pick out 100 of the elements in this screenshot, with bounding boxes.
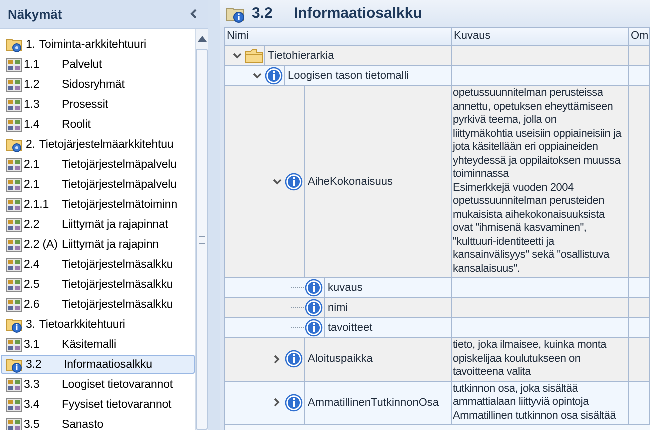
sidebar-item[interactable]: 2.6 Tietojärjestelmäsalkku xyxy=(1,295,195,314)
item-number: 2.1.1 xyxy=(24,198,50,210)
item-label: Fyysiset tietovarannot xyxy=(62,398,172,410)
table-icon xyxy=(6,96,22,112)
view-title: Informaatiosalkku xyxy=(294,5,422,22)
node-name[interactable]: Aloituspaikka xyxy=(304,338,373,380)
table-icon xyxy=(6,376,22,392)
item-label: Käsitemalli xyxy=(62,338,117,350)
sidebar-item[interactable]: 2.5 Tietojärjestelmäsalkku xyxy=(1,275,195,294)
sidebar-item[interactable]: 1.4 Roolit xyxy=(1,115,195,134)
item-label: Informaatiosalkku xyxy=(64,358,152,370)
sidebar-item[interactable]: 3.1 Käsitemalli xyxy=(1,335,195,354)
sidebar-item[interactable]: 2.1 Tietojärjestelmäpalvelu xyxy=(1,155,195,174)
node-name[interactable]: AiheKokonaisuus xyxy=(304,86,394,277)
sidebar-item[interactable]: 2.1.1 Tietojärjestelmätoiminn xyxy=(1,195,195,214)
info-icon xyxy=(285,350,303,368)
sidebar-item[interactable]: 2. Tietojärjestelmäarkkitehtuu xyxy=(1,135,195,154)
item-number: 2.6 xyxy=(24,298,41,310)
item-number: 1.3 xyxy=(24,98,41,110)
item-number: 3.3 xyxy=(24,378,41,390)
column-header[interactable]: Om xyxy=(629,28,650,45)
node-name[interactable]: kuvaus xyxy=(324,278,363,297)
table-icon xyxy=(6,236,22,252)
sidebar-item[interactable]: 2.1 Tietojärjestelmäpalvelu xyxy=(1,175,195,194)
item-label: Tietojärjestelmäpalvelu xyxy=(62,158,177,170)
sidebar-item[interactable]: 2.2 (A) Liittymät ja rajapinn xyxy=(1,235,195,254)
item-number: 2.1 xyxy=(24,158,41,170)
item-label: Tietojärjestelmäsalkku xyxy=(62,298,174,310)
table-icon xyxy=(6,276,22,292)
sidebar-item[interactable]: 3.5 Sanasto xyxy=(1,415,195,430)
item-number: 1.4 xyxy=(24,118,41,130)
table-icon xyxy=(6,76,22,92)
sidebar-item[interactable]: 2.4 Tietojärjestelmäsalkku xyxy=(1,255,195,274)
item-number: 2.1 xyxy=(24,178,41,190)
item-number: 2. xyxy=(26,138,36,150)
node-name[interactable]: tavoitteet xyxy=(324,318,373,337)
folder-info-icon xyxy=(6,316,24,332)
item-label: Tietojärjestelmätoiminn xyxy=(62,198,178,210)
item-label: Tietoarkkitehtuuri xyxy=(39,318,126,330)
sidebar-item[interactable]: 1.2 Sidosryhmät xyxy=(1,75,195,94)
connector-line xyxy=(290,287,304,288)
item-label: Liittymät ja rajapinnat xyxy=(62,218,168,230)
sidebar-item[interactable]: 3.4 Fyysiset tietovarannot xyxy=(1,395,195,414)
description-text: tutkinnon osa, joka sisältää ammattialaan liittyviä opintoja Ammatillinen tutkinnon osa sisältää xyxy=(453,382,618,423)
item-number: 2.4 xyxy=(24,258,41,270)
folder-info-icon xyxy=(6,356,24,372)
connector-line xyxy=(290,327,304,328)
description-text: opetussuunnitelman perusteissa annettu, opetuksen eheyttämiseen pyrkivä teema, jolla on liittymäkohtia useisiin oppiaineisiin ja jota käsitellään eri oppiaineiden yhteydessä ja oppilaitoksen muussa toiminnassa Esimerkkejä vuoden 2004 opetussuunnitelman perusteiden mukaisista aihekokonaisuuksista ovat "ihmisenä kasvaminen", "kulttuuri-identiteetti ja kansainvälisyys" sekä "osallistuva kansalaisuus". xyxy=(453,87,623,276)
item-number: 3.4 xyxy=(24,398,41,410)
item-label: Palvelut xyxy=(62,58,102,70)
table-icon xyxy=(6,196,22,212)
table-icon xyxy=(6,156,22,172)
collapse-icon[interactable] xyxy=(190,9,198,19)
sidebar-item[interactable]: 3.2 Informaatiosalkku xyxy=(1,355,195,374)
table-icon xyxy=(6,396,22,412)
item-label: Prosessit xyxy=(62,98,108,110)
node-name[interactable]: Loogisen tason tietomalli xyxy=(284,66,410,85)
folder-icon xyxy=(245,48,263,64)
panel-title: Näkymät xyxy=(8,6,62,22)
item-number: 2.2 xyxy=(24,218,41,230)
column-header[interactable]: Nimi xyxy=(225,28,452,45)
item-label: Tietojärjestelmäsalkku xyxy=(62,278,174,290)
item-number: 3.5 xyxy=(24,418,41,430)
view-number: 3.2 xyxy=(252,5,274,22)
item-number: 2.5 xyxy=(24,278,41,290)
sidebar-item[interactable]: 1.3 Prosessit xyxy=(1,95,195,114)
table-icon xyxy=(6,256,22,272)
info-icon xyxy=(285,172,303,190)
scroll-up-icon[interactable] xyxy=(198,36,206,42)
item-number: 1.1 xyxy=(24,58,41,70)
sidebar-item[interactable]: 1. Toiminta-arkkitehtuuri xyxy=(1,35,195,54)
info-icon xyxy=(305,278,323,296)
node-name[interactable]: nimi xyxy=(324,298,348,317)
item-label: Tietojärjestelmäpalvelu xyxy=(62,178,177,190)
scrollbar[interactable] xyxy=(195,29,208,430)
item-label: Toiminta-arkkitehtuuri xyxy=(39,38,146,50)
table-icon xyxy=(6,296,22,312)
item-label: Sanasto xyxy=(62,418,104,430)
node-name[interactable]: Tietohierarkia xyxy=(264,46,334,65)
table-icon xyxy=(6,56,22,72)
item-number: 3.1 xyxy=(24,338,41,350)
sidebar-item[interactable]: 1.1 Palvelut xyxy=(1,55,195,74)
info-icon xyxy=(285,394,303,412)
column-header[interactable]: Kuvaus xyxy=(452,28,629,45)
info-icon xyxy=(305,318,323,336)
node-name[interactable]: AmmatillinenTutkinnonOsa xyxy=(304,382,440,424)
table-icon xyxy=(6,336,22,352)
item-number: 1. xyxy=(26,38,36,50)
info-icon xyxy=(305,298,323,316)
connector-line xyxy=(290,307,304,308)
item-number: 3.2 xyxy=(26,358,43,370)
sidebar-item[interactable]: 3. Tietoarkkitehtuuri xyxy=(1,315,195,334)
table-icon xyxy=(6,116,22,132)
item-label: Sidosryhmät xyxy=(62,78,125,90)
sidebar-item[interactable]: 2.2 Liittymät ja rajapinnat xyxy=(1,215,195,234)
item-label: Liittymät ja rajapinn xyxy=(62,238,159,250)
item-number: 3. xyxy=(26,318,36,330)
item-label: Roolit xyxy=(62,118,91,130)
sidebar-item[interactable]: 3.3 Loogiset tietovarannot xyxy=(1,375,195,394)
table-icon xyxy=(6,176,22,192)
